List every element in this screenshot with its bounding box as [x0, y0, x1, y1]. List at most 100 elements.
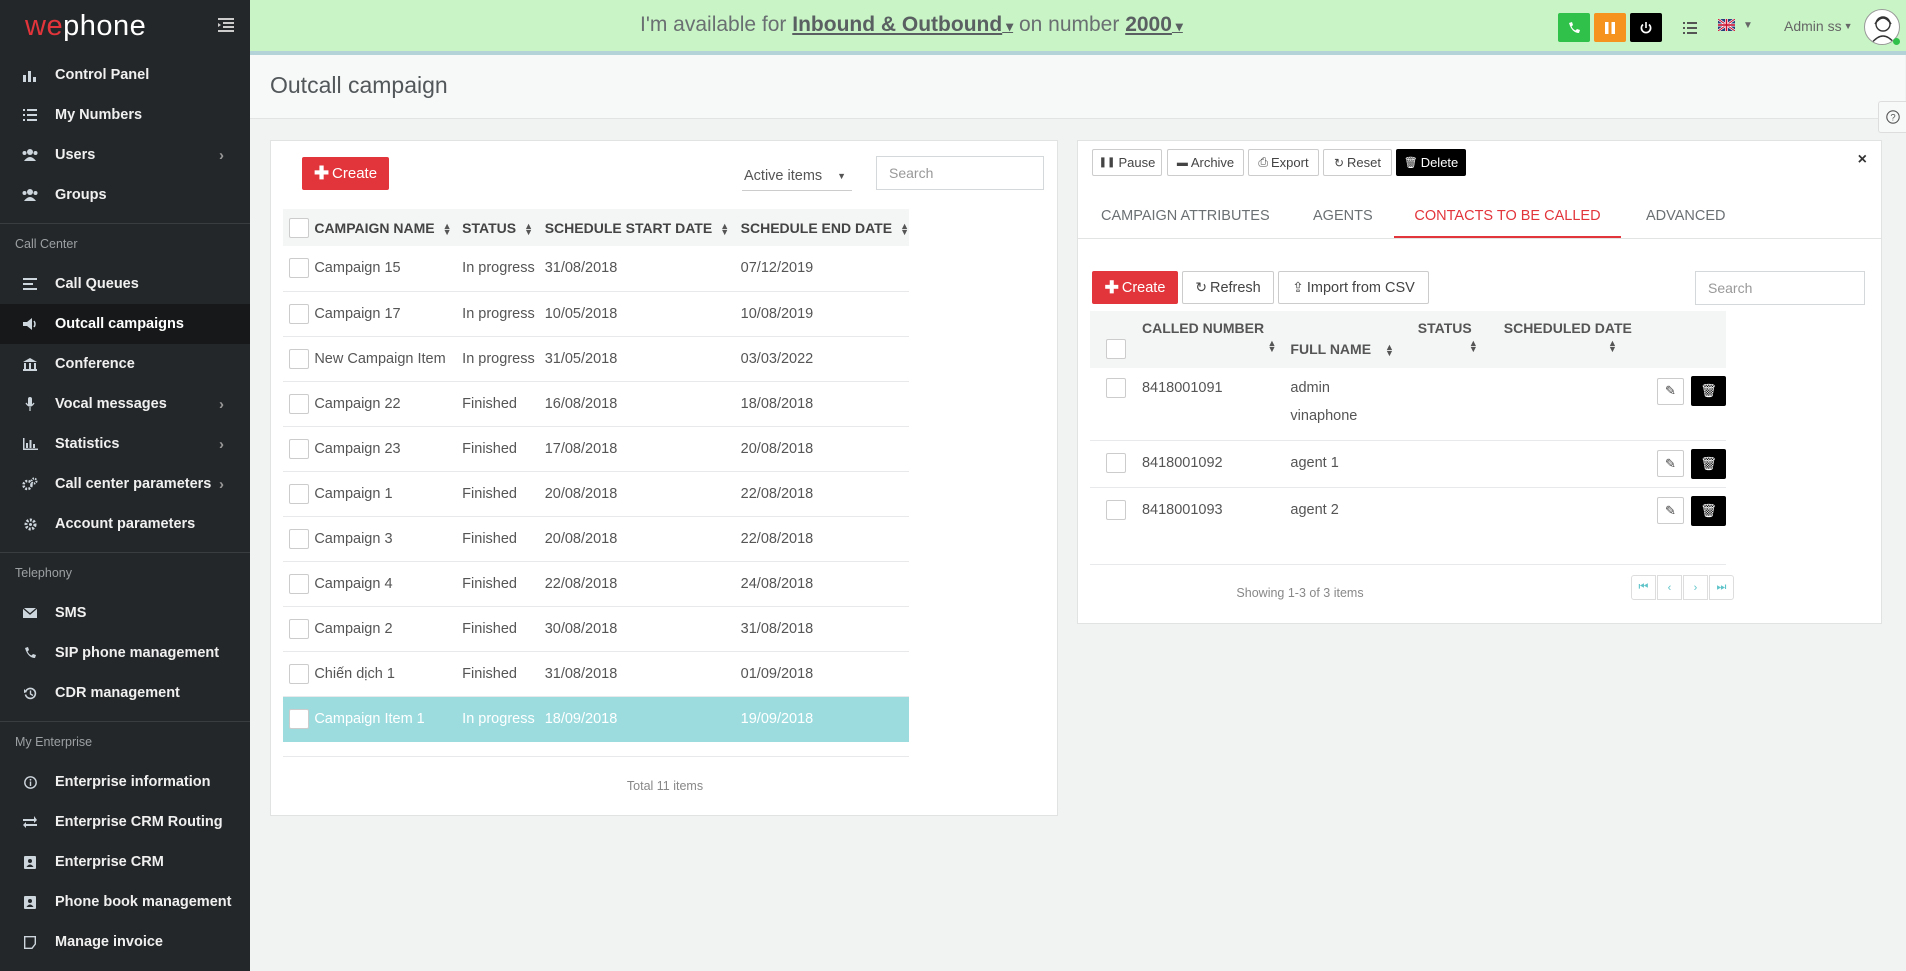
- close-icon[interactable]: ×: [1858, 151, 1867, 169]
- sidebar-item-phone-book[interactable]: Phone book management: [0, 882, 250, 922]
- caret-down-icon[interactable]: ▾: [1172, 18, 1183, 34]
- items-filter-select[interactable]: Active items ▼: [742, 161, 852, 191]
- column-header-start-date[interactable]: SCHEDULE START DATE ▲ ▼: [544, 209, 741, 246]
- call-button[interactable]: [1558, 13, 1590, 42]
- export-campaign-button[interactable]: ⎙ Export: [1248, 149, 1319, 176]
- campaign-name-cell[interactable]: Campaign 23: [314, 426, 463, 472]
- delete-button[interactable]: 🗑: [1691, 495, 1726, 526]
- pause-campaign-button[interactable]: ❚❚ Pause: [1092, 149, 1162, 176]
- table-row[interactable]: Campaign 15 In progress 31/08/2018 07/12/20…: [283, 246, 909, 292]
- sidebar-item-sms[interactable]: SMS: [0, 593, 250, 633]
- contact-search-input[interactable]: Search: [1695, 271, 1865, 305]
- edit-button[interactable]: ✎: [1656, 377, 1684, 405]
- last-page-button[interactable]: ⏭: [1709, 575, 1734, 600]
- sidebar-item-manage-invoice[interactable]: Manage invoice: [0, 922, 250, 962]
- column-header-campaign-name[interactable]: CAMPAIGN NAME ▲ ▼: [314, 209, 463, 246]
- table-row[interactable]: Campaign 23 Finished 17/08/2018 20/08/2018: [283, 426, 909, 472]
- tab-campaign-attributes[interactable]: CAMPAIGN ATTRIBUTES: [1101, 194, 1270, 238]
- table-row[interactable]: Campaign 3 Finished 20/08/2018 22/08/2018: [283, 516, 909, 562]
- power-button[interactable]: [1630, 13, 1662, 42]
- table-row[interactable]: Campaign 2 Finished 30/08/2018 31/08/2018: [283, 606, 909, 652]
- column-header-called-number[interactable]: CALLED NUMBER ▲ ▼: [1141, 311, 1291, 368]
- row-checkbox[interactable]: [288, 438, 309, 459]
- table-row[interactable]: Campaign 17 In progress 10/05/2018 10/08/20…: [283, 291, 909, 337]
- first-page-button[interactable]: ⏮: [1631, 575, 1656, 600]
- pause-button[interactable]: [1594, 13, 1626, 42]
- column-header-end-date[interactable]: SCHEDULE END DATE ▲ ▼: [740, 209, 909, 246]
- campaign-name-cell[interactable]: New Campaign Item: [314, 336, 463, 382]
- sidebar-item-enterprise-crm-routing[interactable]: Enterprise CRM Routing: [0, 802, 250, 842]
- row-checkbox[interactable]: [288, 573, 309, 594]
- column-header-full-name[interactable]: FULL NAME ▲ ▼: [1290, 311, 1418, 368]
- sidebar-item-groups[interactable]: Groups: [0, 175, 250, 215]
- table-row[interactable]: Campaign 4 Finished 22/08/2018 24/08/2018: [283, 561, 909, 607]
- delete-button[interactable]: 🗑: [1691, 376, 1726, 406]
- delete-button[interactable]: 🗑: [1691, 448, 1726, 479]
- sidebar-item-my-numbers[interactable]: My Numbers: [0, 95, 250, 135]
- sidebar-item-sip-phone[interactable]: SIP phone management: [0, 633, 250, 673]
- language-dropdown[interactable]: ▼: [1718, 19, 1753, 31]
- sidebar-item-account-parameters[interactable]: Account parameters: [0, 504, 250, 544]
- table-row[interactable]: Campaign 1 Finished 20/08/2018 22/08/2018: [283, 471, 909, 517]
- delete-campaign-button[interactable]: 🗑 Delete: [1396, 149, 1466, 176]
- table-row[interactable]: Chiến dịch 1 Finished 31/08/2018 01/09/2018: [283, 651, 909, 697]
- number-dropdown[interactable]: 2000: [1125, 13, 1172, 36]
- table-row[interactable]: 8418001092 agent 1 ✎ 🗑: [1090, 440, 1726, 488]
- column-header-status[interactable]: STATUS ▲ ▼: [1417, 311, 1504, 368]
- sidebar-item-call-center-parameters[interactable]: Call center parameters ›: [0, 464, 250, 504]
- campaign-name-cell[interactable]: Campaign 1: [314, 471, 463, 517]
- table-row-selected[interactable]: Campaign Item 1 In progress 18/09/2018 19/0…: [283, 696, 909, 742]
- campaign-name-cell[interactable]: Campaign 22: [314, 381, 463, 427]
- create-campaign-button[interactable]: ✚ Create: [302, 157, 389, 190]
- row-checkbox[interactable]: [288, 663, 309, 684]
- tab-agents[interactable]: AGENTS: [1313, 194, 1373, 238]
- queue-list-button[interactable]: [1674, 13, 1706, 42]
- row-checkbox[interactable]: [288, 393, 309, 414]
- tab-contacts-to-be-called[interactable]: CONTACTS TO BE CALLED: [1394, 194, 1621, 238]
- campaign-name-cell[interactable]: Campaign Item 1: [314, 696, 463, 742]
- row-checkbox[interactable]: [288, 258, 309, 279]
- select-all-checkbox[interactable]: [1105, 339, 1126, 359]
- column-header-status[interactable]: STATUS ▲ ▼: [462, 209, 545, 246]
- sidebar-item-enterprise-information[interactable]: Enterprise information: [0, 762, 250, 802]
- availability-mode-dropdown[interactable]: Inbound & Outbound: [792, 13, 1002, 36]
- menu-toggle-icon[interactable]: [218, 18, 234, 32]
- table-row[interactable]: 8418001093 agent 2 ✎ 🗑: [1090, 487, 1726, 534]
- row-checkbox[interactable]: [288, 528, 309, 549]
- campaign-name-cell[interactable]: Chiến dịch 1: [314, 651, 463, 697]
- row-checkbox[interactable]: [288, 348, 309, 369]
- campaign-name-cell[interactable]: Campaign 3: [314, 516, 463, 562]
- row-checkbox[interactable]: [288, 483, 309, 504]
- sidebar-item-statistics[interactable]: Statistics ›: [0, 424, 250, 464]
- select-all-checkbox[interactable]: [288, 217, 309, 238]
- sidebar-item-call-queues[interactable]: Call Queues: [0, 264, 250, 304]
- campaign-search-input[interactable]: Search: [876, 156, 1044, 190]
- sidebar-item-users[interactable]: Users ›: [0, 135, 250, 175]
- sidebar-item-enterprise-crm[interactable]: Enterprise CRM: [0, 842, 250, 882]
- campaign-name-cell[interactable]: Campaign 2: [314, 606, 463, 652]
- help-button[interactable]: ?: [1878, 101, 1906, 133]
- column-header-scheduled-date[interactable]: SCHEDULED DATE ▲ ▼: [1503, 311, 1645, 368]
- row-checkbox[interactable]: [288, 303, 309, 324]
- row-checkbox[interactable]: [1105, 378, 1126, 398]
- table-row[interactable]: Campaign 22 Finished 16/08/2018 18/08/2018: [283, 381, 909, 427]
- user-menu[interactable]: Admin ss ▼: [1784, 18, 1853, 34]
- edit-button[interactable]: ✎: [1656, 497, 1684, 524]
- import-csv-button[interactable]: ⇪ Import from CSV: [1278, 271, 1429, 304]
- tab-advanced[interactable]: ADVANCED: [1646, 194, 1726, 238]
- sidebar-item-conference[interactable]: Conference: [0, 344, 250, 384]
- campaign-name-cell[interactable]: Campaign 17: [314, 291, 463, 337]
- reset-campaign-button[interactable]: ↻ Reset: [1323, 149, 1392, 176]
- table-row[interactable]: 8418001091 admin vinaphone ✎ 🗑: [1090, 368, 1726, 441]
- row-checkbox[interactable]: [1105, 452, 1126, 473]
- row-checkbox[interactable]: [1105, 499, 1126, 520]
- refresh-contacts-button[interactable]: ↻ Refresh: [1182, 271, 1274, 304]
- sidebar-item-cdr[interactable]: CDR management: [0, 673, 250, 713]
- prev-page-button[interactable]: ‹: [1657, 575, 1682, 600]
- sidebar-item-outcall-campaigns[interactable]: Outcall campaigns: [0, 304, 250, 344]
- sidebar-item-vocal-messages[interactable]: Vocal messages ›: [0, 384, 250, 424]
- sidebar-item-control-panel[interactable]: Control Panel: [0, 55, 250, 95]
- row-checkbox[interactable]: [288, 618, 309, 639]
- campaign-name-cell[interactable]: Campaign 15: [314, 246, 463, 292]
- caret-down-icon[interactable]: ▾: [1002, 18, 1013, 34]
